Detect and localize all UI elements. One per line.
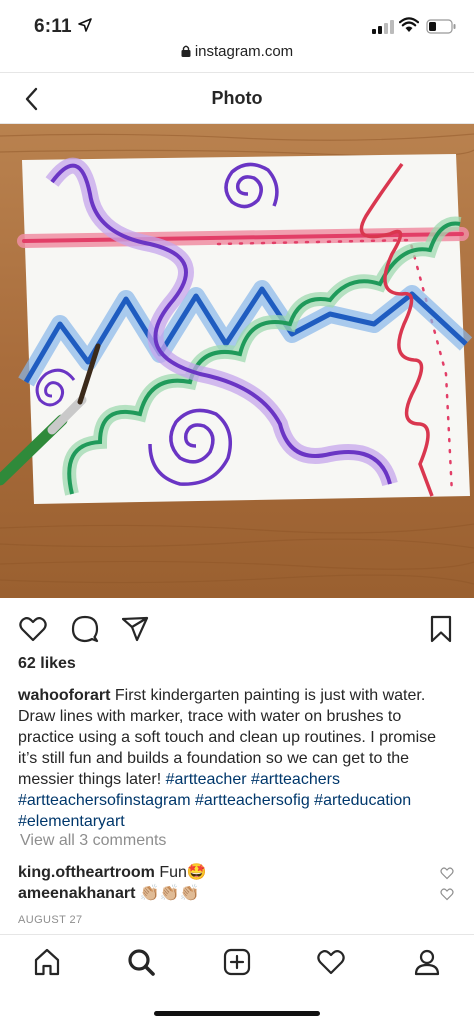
hashtag[interactable]: #artteachers xyxy=(251,771,340,788)
heart-icon[interactable] xyxy=(440,866,454,880)
status-bar: 6:11 xyxy=(0,0,474,44)
heart-icon[interactable] xyxy=(18,614,48,644)
url-text: instagram.com xyxy=(194,43,294,60)
url-bar[interactable]: instagram.com xyxy=(0,43,474,67)
bottom-nav xyxy=(0,934,474,994)
location-arrow-icon xyxy=(78,18,92,32)
cellular-signal-icon xyxy=(372,20,394,34)
lock-icon xyxy=(181,45,191,57)
home-icon[interactable] xyxy=(32,947,62,977)
activity-heart-icon[interactable] xyxy=(316,947,346,977)
hashtag[interactable]: #artteachersofinstagram xyxy=(18,792,191,809)
status-time: 6:11 xyxy=(34,16,72,37)
post-actions xyxy=(0,612,474,648)
bookmark-icon[interactable] xyxy=(426,614,456,644)
comment-bubble-icon[interactable] xyxy=(70,614,100,644)
heart-icon[interactable] xyxy=(440,887,454,901)
nav-header: Photo xyxy=(0,72,474,124)
comment-text: 👏🏼👏🏼👏🏼 xyxy=(135,885,200,902)
comment-username[interactable]: king.oftheartroom xyxy=(18,864,155,881)
page-title: Photo xyxy=(211,88,263,108)
home-indicator xyxy=(154,1011,320,1016)
search-icon[interactable] xyxy=(126,947,156,977)
post-caption: wahoofor­art First kindergarten painting… xyxy=(18,685,458,832)
hashtag[interactable]: #artteachersofig xyxy=(195,792,310,809)
post-photo[interactable] xyxy=(0,124,474,598)
paper-plane-icon[interactable] xyxy=(120,614,150,644)
hashtag[interactable]: #arteducation xyxy=(314,792,411,809)
user-icon[interactable] xyxy=(412,947,442,977)
hashtag[interactable]: #artteacher xyxy=(166,771,247,788)
plus-square-icon[interactable] xyxy=(222,947,252,977)
kindergarten-painting-image xyxy=(0,124,474,598)
hashtag[interactable]: #elementaryart xyxy=(18,813,125,830)
post-date: AUGUST 27 xyxy=(18,914,83,926)
comment-item: king.oftheartroom Fun🤩 xyxy=(18,862,458,882)
caption-username[interactable]: wahoofor­art xyxy=(18,687,110,704)
battery-icon xyxy=(426,19,456,34)
wifi-icon xyxy=(399,17,419,32)
view-all-comments-link[interactable]: View all 3 comments xyxy=(20,832,166,850)
comment-username[interactable]: ameenakhanart xyxy=(18,885,135,902)
likes-count[interactable]: 62 likes xyxy=(18,655,76,673)
comment-item: ameenakhanart 👏🏼👏🏼👏🏼 xyxy=(18,883,458,903)
comment-text: Fun🤩 xyxy=(154,864,207,881)
